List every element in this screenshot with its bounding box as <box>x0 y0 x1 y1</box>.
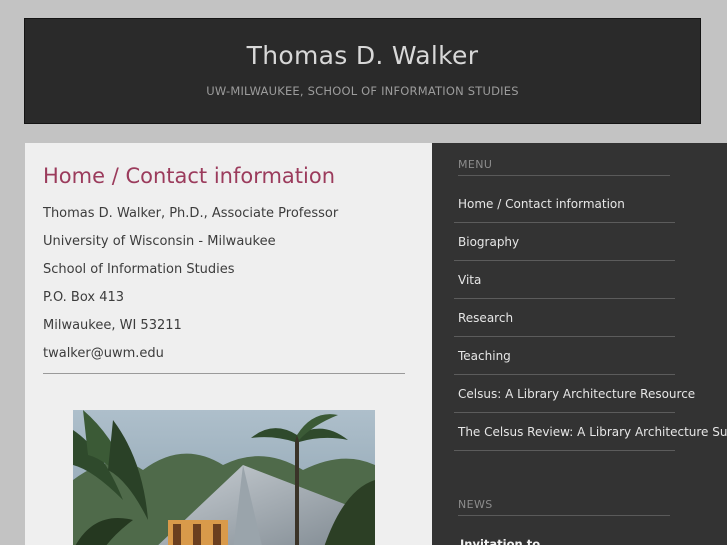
menu-item-label: Vita <box>458 273 482 287</box>
library-building-photo <box>73 410 375 545</box>
menu-item-biography[interactable]: Biography <box>454 223 675 261</box>
contact-name: Thomas D. Walker, Ph.D., Associate Profe… <box>43 206 339 221</box>
main-content: Home / Contact information Thomas D. Wal… <box>25 143 432 545</box>
menu-item-label: Celsus: A Library Architecture Resource <box>458 387 696 401</box>
menu-item-label: Home / Contact information <box>458 197 625 211</box>
site-title[interactable]: Thomas D. Walker <box>25 41 700 70</box>
news-item-link[interactable]: Invitation to <box>460 537 540 545</box>
menu-heading-rule <box>458 175 670 176</box>
menu-item-celsus[interactable]: Celsus: A Library Architecture Resource <box>454 375 695 413</box>
contact-po-box: P.O. Box 413 <box>43 290 125 305</box>
menu-item-research[interactable]: Research <box>454 299 675 337</box>
library-building-illustration <box>73 410 375 545</box>
menu-item-label: The Celsus Review: A Library Architectur… <box>458 425 727 439</box>
news-heading: NEWS <box>458 498 493 511</box>
content-divider <box>43 373 405 374</box>
contact-city: Milwaukee, WI 53211 <box>43 318 182 333</box>
menu-item-teaching[interactable]: Teaching <box>454 337 675 375</box>
site-header: Thomas D. Walker UW-MILWAUKEE, SCHOOL OF… <box>24 18 701 124</box>
page-title: Home / Contact information <box>43 164 336 188</box>
menu-heading: MENU <box>458 158 493 171</box>
menu-item-label: Teaching <box>458 349 511 363</box>
sidebar: MENU Home / Contact information Biograph… <box>432 143 727 545</box>
contact-email[interactable]: twalker@uwm.edu <box>43 346 164 361</box>
menu-item-home[interactable]: Home / Contact information <box>454 185 675 223</box>
menu-item-vita[interactable]: Vita <box>454 261 675 299</box>
site-tagline: UW-MILWAUKEE, SCHOOL OF INFORMATION STUD… <box>206 84 519 98</box>
menu-item-celsus-review[interactable]: The Celsus Review: A Library Architectur… <box>454 413 727 451</box>
menu-item-label: Biography <box>458 235 520 249</box>
news-heading-rule <box>458 515 670 516</box>
contact-school: School of Information Studies <box>43 262 235 277</box>
menu-item-label: Research <box>458 311 514 325</box>
contact-university: University of Wisconsin - Milwaukee <box>43 234 276 249</box>
